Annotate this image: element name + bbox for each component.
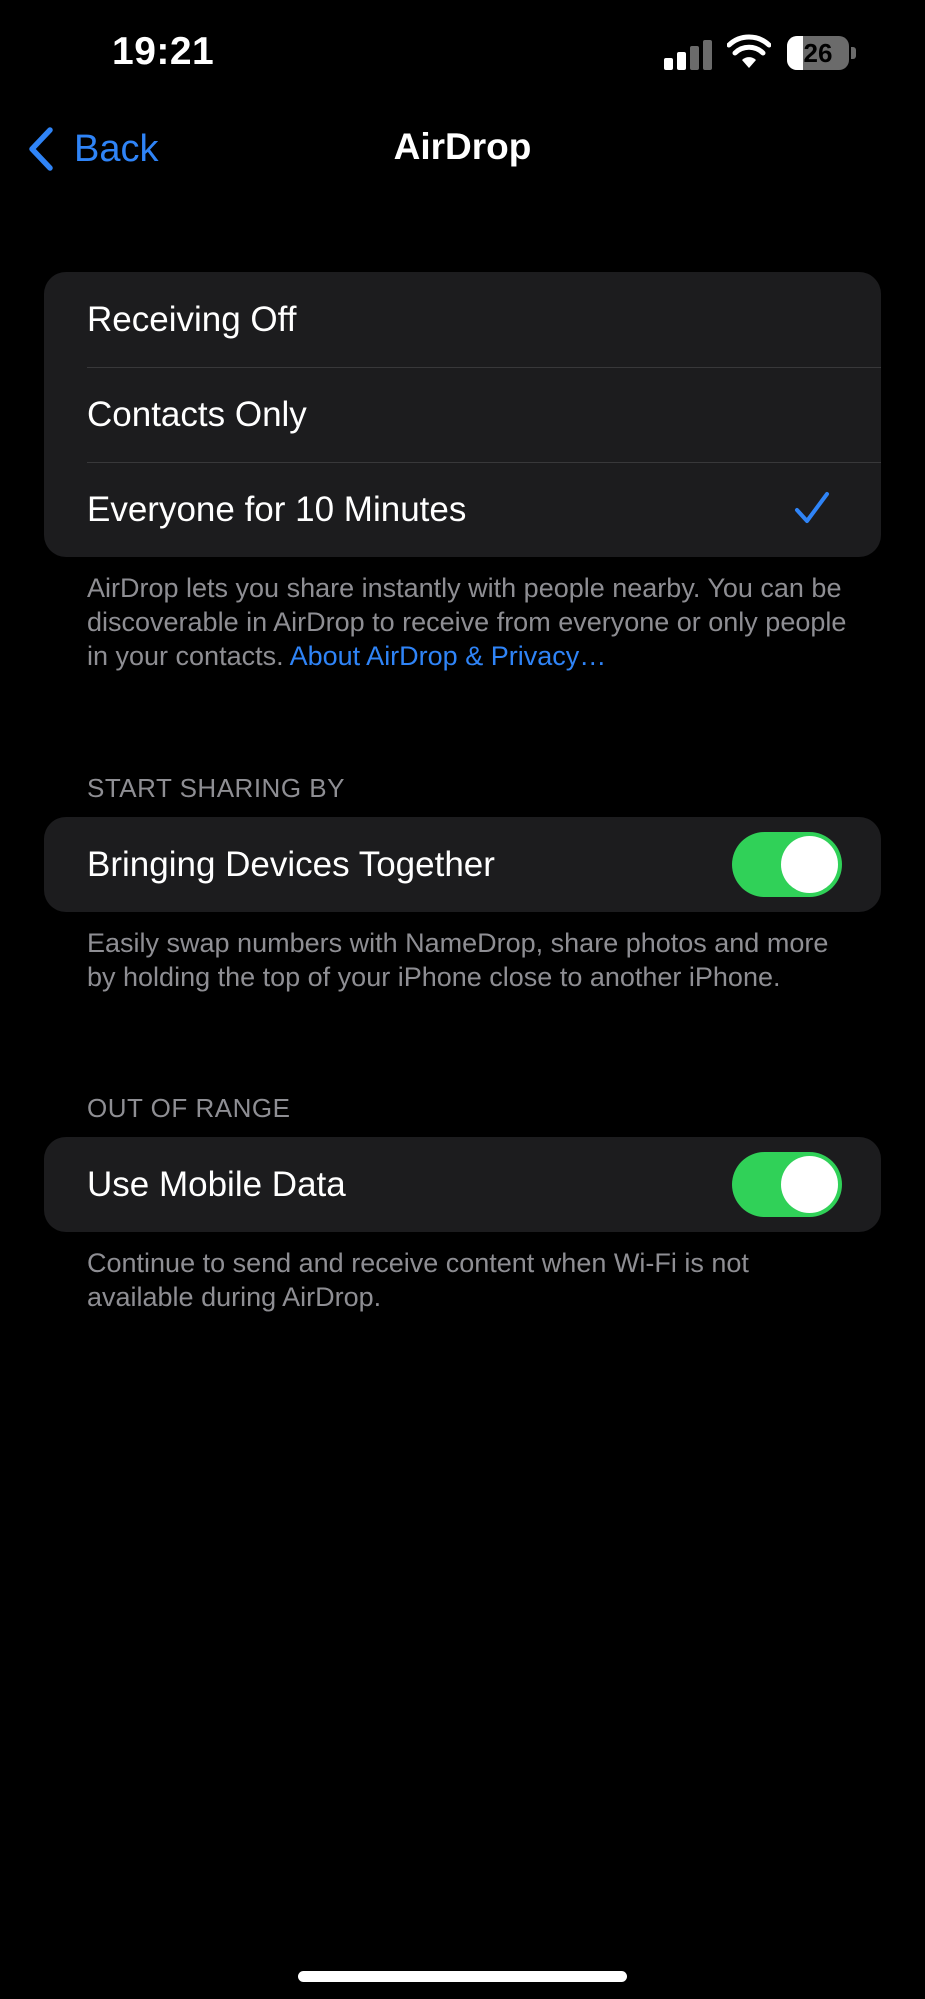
out-of-range-header: OUT OF RANGE xyxy=(87,1093,291,1123)
about-airdrop-privacy-link[interactable]: About AirDrop & Privacy… xyxy=(290,641,607,671)
option-receiving-off[interactable]: Receiving Off xyxy=(44,272,881,367)
start-sharing-footer: Easily swap numbers with NameDrop, share… xyxy=(87,928,829,992)
option-everyone-10-minutes[interactable]: Everyone for 10 Minutes xyxy=(44,462,881,557)
use-mobile-data-row: Use Mobile Data xyxy=(44,1137,881,1232)
option-label: Everyone for 10 Minutes xyxy=(87,489,467,529)
out-of-range-group: Use Mobile Data xyxy=(44,1137,881,1232)
battery-level: 26 xyxy=(803,38,833,68)
option-contacts-only[interactable]: Contacts Only xyxy=(44,367,881,462)
checkmark-icon xyxy=(795,492,829,523)
start-sharing-group: Bringing Devices Together xyxy=(44,817,881,912)
wifi-icon xyxy=(727,34,771,68)
start-sharing-header: START SHARING BY xyxy=(87,773,345,803)
bringing-devices-together-toggle[interactable] xyxy=(732,832,842,897)
row-label: Bringing Devices Together xyxy=(87,844,495,884)
row-label: Use Mobile Data xyxy=(87,1164,346,1204)
receiving-footer: AirDrop lets you share instantly with pe… xyxy=(87,571,847,673)
receiving-options-group: Receiving Off Contacts Only Everyone for… xyxy=(44,272,881,557)
home-indicator[interactable] xyxy=(298,1971,627,1982)
use-mobile-data-toggle[interactable] xyxy=(732,1152,842,1217)
out-of-range-footer: Continue to send and receive content whe… xyxy=(87,1248,749,1312)
page-title: AirDrop xyxy=(393,126,532,167)
battery-icon: 26 xyxy=(787,36,856,70)
cellular-signal-icon xyxy=(664,40,714,70)
option-label: Contacts Only xyxy=(87,394,307,434)
bringing-devices-together-row: Bringing Devices Together xyxy=(44,817,881,912)
option-label: Receiving Off xyxy=(87,299,297,339)
status-time: 19:21 xyxy=(112,30,215,73)
